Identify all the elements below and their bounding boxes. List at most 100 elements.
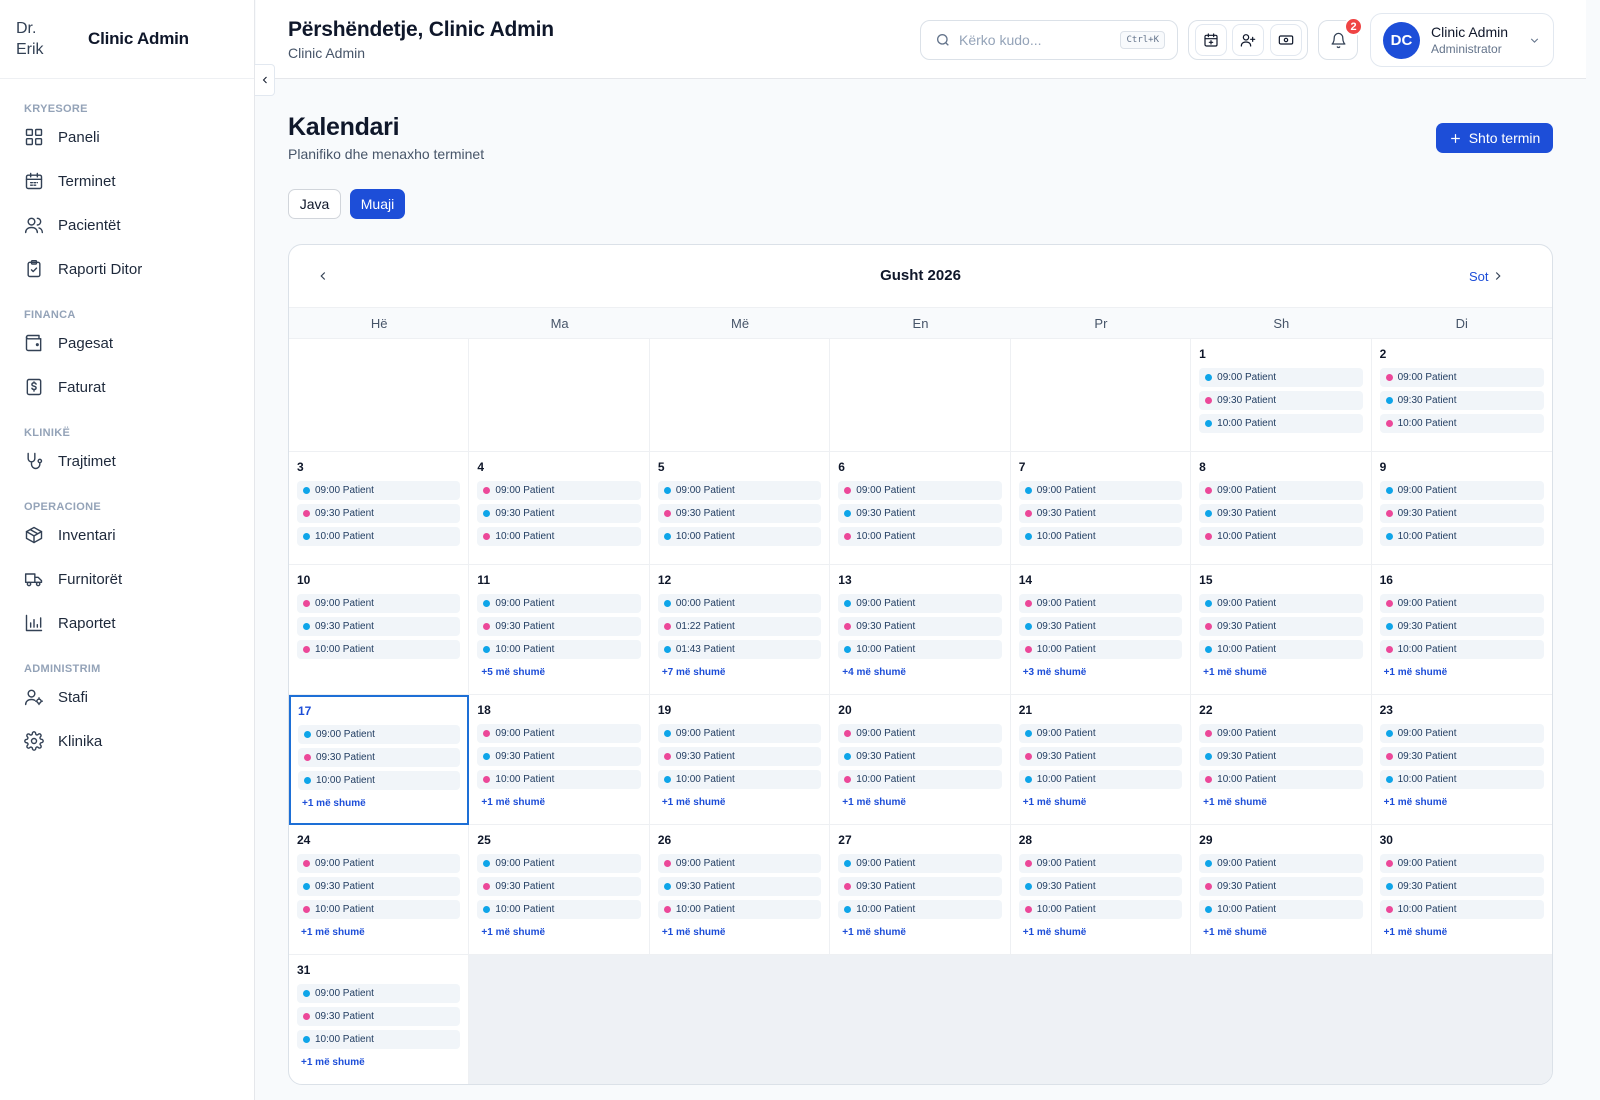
appointment-chip[interactable]: 01:22 Patient [657,617,822,636]
notifications-button[interactable]: 2 [1318,17,1363,60]
day-cell[interactable]: 14 09:00 Patient 09:30 Patient 10:00 Pat… [1010,565,1192,695]
appointment-chip[interactable]: 09:00 Patient [657,724,822,743]
appointment-chip[interactable]: 10:00 Patient [657,770,822,789]
appointment-chip[interactable]: 10:00 Patient [1379,414,1544,433]
appointment-chip[interactable]: 09:30 Patient [1379,617,1544,636]
day-cell[interactable]: 11 09:00 Patient 09:30 Patient 10:00 Pat… [469,565,650,695]
appointment-chip[interactable]: 09:00 Patient [297,481,461,500]
day-cell[interactable]: 28 09:00 Patient 09:30 Patient 10:00 Pat… [1010,825,1192,955]
sidebar-item-furnitoret[interactable]: Furnitorët [0,557,254,601]
appointment-chip[interactable]: 10:00 Patient [297,1030,461,1049]
appointment-chip[interactable]: 09:30 Patient [838,617,1002,636]
appointment-chip[interactable]: 10:00 Patient [1018,640,1183,659]
appointment-chip[interactable]: 09:00 Patient [1379,481,1544,500]
appointment-chip[interactable]: 09:00 Patient [1018,724,1183,743]
day-cell[interactable]: 23 09:00 Patient 09:30 Patient 10:00 Pat… [1371,695,1552,825]
appointment-chip[interactable]: 09:30 Patient [1199,617,1363,636]
more-appointments-link[interactable]: +1 më shumë [1380,927,1544,938]
day-cell[interactable]: 3 09:00 Patient 09:30 Patient 10:00 Pati… [289,452,470,565]
appointment-chip[interactable]: 09:30 Patient [838,877,1002,896]
appointment-chip[interactable]: 09:00 Patient [1379,368,1544,387]
appointment-chip[interactable]: 09:30 Patient [838,747,1002,766]
appointment-chip[interactable]: 09:30 Patient [477,504,641,523]
day-cell[interactable]: 21 09:00 Patient 09:30 Patient 10:00 Pat… [1010,695,1192,825]
more-appointments-link[interactable]: +1 më shumë [658,797,821,808]
appointment-chip[interactable]: 09:00 Patient [838,481,1002,500]
day-cell[interactable]: 1 09:00 Patient 09:30 Patient 10:00 Pati… [1191,339,1372,452]
appointment-chip[interactable]: 09:00 Patient [297,594,461,613]
appointment-chip[interactable]: 10:00 Patient [1199,527,1363,546]
appointment-chip[interactable]: 09:30 Patient [1199,504,1363,523]
new-payment-button[interactable] [1269,24,1302,56]
more-appointments-link[interactable]: +1 më shumë [1019,927,1182,938]
appointment-chip[interactable]: 09:00 Patient [1199,481,1363,500]
new-appointment-button[interactable] [1194,24,1227,56]
appointment-chip[interactable]: 09:00 Patient [838,854,1002,873]
appointment-chip[interactable]: 09:00 Patient [657,481,822,500]
appointment-chip[interactable]: 09:30 Patient [1379,747,1544,766]
appointment-chip[interactable]: 09:30 Patient [1018,617,1183,636]
more-appointments-link[interactable]: +1 më shumë [477,797,640,808]
appointment-chip[interactable]: 09:30 Patient [1018,747,1183,766]
day-cell[interactable]: 10 09:00 Patient 09:30 Patient 10:00 Pat… [289,565,470,695]
appointment-chip[interactable]: 10:00 Patient [1199,640,1363,659]
appointment-chip[interactable]: 09:00 Patient [477,854,641,873]
appointment-chip[interactable]: 09:30 Patient [297,1007,461,1026]
appointment-chip[interactable]: 10:00 Patient [1199,770,1363,789]
sidebar-item-pacientet[interactable]: Pacientët [0,203,254,247]
appointment-chip[interactable]: 09:30 Patient [1199,391,1363,410]
appointment-chip[interactable]: 09:00 Patient [297,984,461,1003]
day-cell[interactable]: 9 09:00 Patient 09:30 Patient 10:00 Pati… [1371,452,1552,565]
appointment-chip[interactable]: 10:00 Patient [1199,900,1363,919]
appointment-chip[interactable]: 10:00 Patient [297,900,461,919]
appointment-chip[interactable]: 09:30 Patient [1018,504,1183,523]
appointment-chip[interactable]: 10:00 Patient [477,640,641,659]
day-cell[interactable]: 27 09:00 Patient 09:30 Patient 10:00 Pat… [830,825,1011,955]
more-appointments-link[interactable]: +1 më shumë [658,927,821,938]
appointment-chip[interactable]: 09:00 Patient [838,724,1002,743]
appointment-chip[interactable]: 09:30 Patient [838,504,1002,523]
more-appointments-link[interactable]: +1 më shumë [297,927,460,938]
more-appointments-link[interactable]: +1 më shumë [298,798,460,809]
more-appointments-link[interactable]: +1 më shumë [477,927,640,938]
add-appointment-button[interactable]: Shto termin [1436,123,1553,153]
search-input[interactable]: Kërko kudo... Ctrl+K [920,20,1178,60]
day-cell[interactable]: 22 09:00 Patient 09:30 Patient 10:00 Pat… [1191,695,1372,825]
appointment-chip[interactable]: 09:00 Patient [657,854,822,873]
appointment-chip[interactable]: 10:00 Patient [477,900,641,919]
new-patient-button[interactable] [1232,24,1264,56]
appointment-chip[interactable]: 10:00 Patient [297,527,461,546]
more-appointments-link[interactable]: +4 më shumë [838,667,1001,678]
month-view-button[interactable]: Muaji [350,189,405,219]
day-cell[interactable]: 12 00:00 Patient 01:22 Patient 01:43 Pat… [649,565,831,695]
appointment-chip[interactable]: 09:00 Patient [1379,594,1544,613]
day-cell[interactable]: 5 09:00 Patient 09:30 Patient 10:00 Pati… [649,452,831,565]
more-appointments-link[interactable]: +1 më shumë [1380,797,1544,808]
appointment-chip[interactable]: 09:30 Patient [1199,747,1363,766]
day-cell[interactable]: 8 09:00 Patient 09:30 Patient 10:00 Pati… [1191,452,1372,565]
appointment-chip[interactable]: 09:30 Patient [657,504,822,523]
appointment-chip[interactable]: 01:43 Patient [657,640,822,659]
appointment-chip[interactable]: 09:00 Patient [1199,594,1363,613]
more-appointments-link[interactable]: +1 më shumë [1019,797,1182,808]
appointment-chip[interactable]: 09:00 Patient [838,594,1002,613]
day-cell-today[interactable]: 17 09:00 Patient 09:30 Patient 10:00 Pat… [289,695,470,825]
appointment-chip[interactable]: 09:30 Patient [1379,877,1544,896]
day-cell[interactable]: 30 09:00 Patient 09:30 Patient 10:00 Pat… [1371,825,1552,955]
appointment-chip[interactable]: 09:00 Patient [477,594,641,613]
appointment-chip[interactable]: 09:00 Patient [1018,594,1183,613]
appointment-chip[interactable]: 10:00 Patient [298,771,461,790]
appointment-chip[interactable]: 09:00 Patient [1379,854,1544,873]
sidebar-item-paneli[interactable]: Paneli [0,115,254,159]
day-cell[interactable]: 2 09:00 Patient 09:30 Patient 10:00 Pati… [1371,339,1552,452]
appointment-chip[interactable]: 10:00 Patient [1018,770,1183,789]
appointment-chip[interactable]: 09:30 Patient [297,877,461,896]
appointment-chip[interactable]: 09:00 Patient [298,725,461,744]
week-view-button[interactable]: Java [288,189,341,219]
day-cell[interactable]: 26 09:00 Patient 09:30 Patient 10:00 Pat… [649,825,831,955]
today-button[interactable]: Sot [1469,269,1489,284]
appointment-chip[interactable]: 10:00 Patient [1379,527,1544,546]
appointment-chip[interactable]: 09:30 Patient [1018,877,1183,896]
appointment-chip[interactable]: 09:00 Patient [1199,368,1363,387]
day-cell[interactable]: 16 09:00 Patient 09:30 Patient 10:00 Pat… [1371,565,1552,695]
